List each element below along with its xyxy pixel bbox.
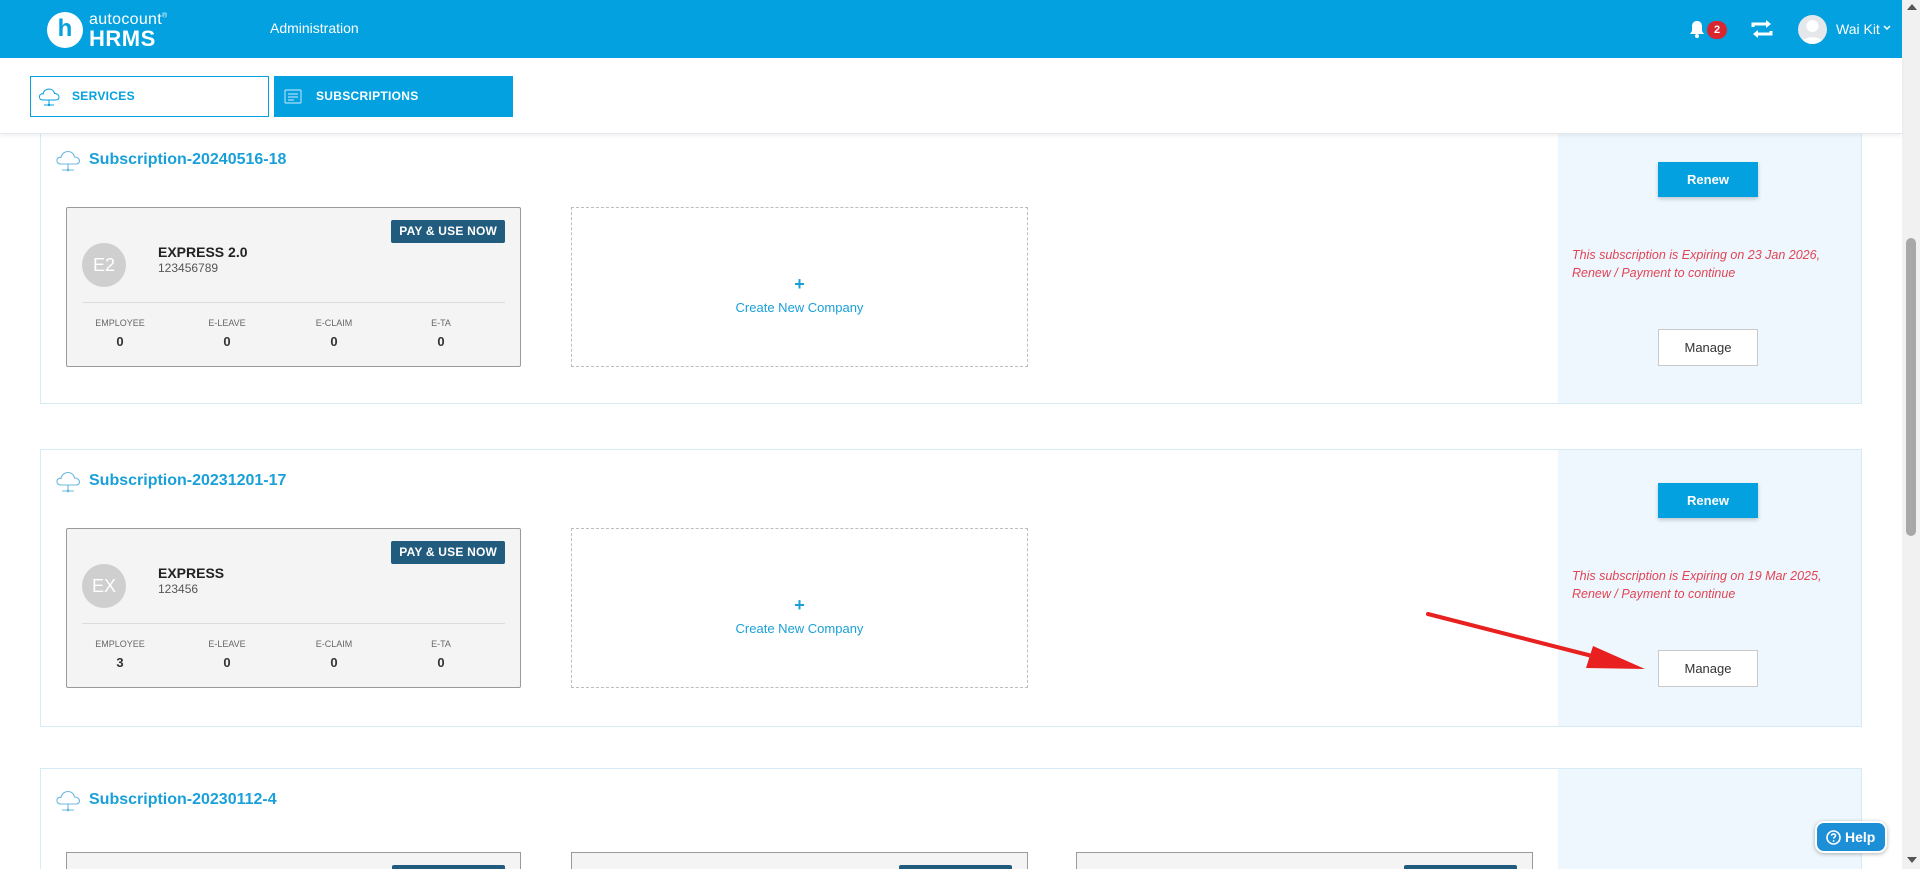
stat-eclaim: E-CLAIM 0 [289, 318, 379, 349]
expiry-notice-line: This subscription is Expiring on 19 Mar … [1572, 569, 1822, 583]
subscriptions-list: Subscription-20240516-18 PAY & USE NOW E… [0, 134, 1902, 869]
subscription-block: Subscription-20231201-17 PAY & USE NOW E… [40, 449, 1862, 727]
expiry-notice: This subscription is Expiring on 23 Jan … [1572, 246, 1852, 282]
stat-value: 0 [437, 334, 445, 349]
logo-hrms-text: HRMS [89, 26, 156, 51]
divider [82, 623, 505, 624]
create-new-company-label: Create New Company [735, 621, 864, 636]
tab-bar: SERVICES SUBSCRIPTIONS [0, 58, 1902, 134]
scrollbar-thumb[interactable] [1906, 238, 1916, 536]
help-label: Help [1845, 829, 1876, 845]
company-card[interactable] [571, 852, 1028, 869]
cloud-icon [38, 88, 60, 107]
annotation-arrow [1426, 612, 1645, 669]
subscription-block: Subscription-20240516-18 PAY & USE NOW E… [40, 134, 1862, 404]
stat-eleave: E-LEAVE 0 [182, 639, 272, 670]
stat-label: E-TA [431, 318, 451, 328]
cloud-icon [56, 150, 81, 172]
pay-use-now-badge[interactable] [1404, 865, 1517, 869]
user-avatar[interactable] [1798, 15, 1827, 44]
stat-label: EMPLOYEE [95, 318, 145, 328]
question-circle-icon [1826, 830, 1841, 845]
create-new-company-label: Create New Company [735, 300, 864, 315]
company-card[interactable]: PAY & USE NOW EX EXPRESS 123456 EMPLOYEE… [66, 528, 521, 688]
stat-label: E-TA [431, 639, 451, 649]
pay-use-now-badge[interactable]: PAY & USE NOW [391, 541, 505, 564]
stat-eleave: E-LEAVE 0 [182, 318, 272, 349]
stat-label: E-LEAVE [208, 639, 246, 649]
user-name[interactable]: Wai Kit [1836, 21, 1880, 37]
stat-eta: E-TA 0 [396, 639, 486, 670]
cloud-icon [56, 790, 81, 812]
stat-label: EMPLOYEE [95, 639, 145, 649]
subscription-title[interactable]: Subscription-20230112-4 [89, 791, 277, 809]
stat-value: 0 [223, 655, 231, 670]
company-name: EXPRESS [158, 565, 225, 581]
subscription-block: Subscription-20230112-4 [40, 768, 1862, 869]
company-id: 123456 [158, 582, 199, 596]
stat-value: 0 [437, 655, 445, 670]
stat-eclaim: E-CLAIM 0 [289, 639, 379, 670]
subscription-title[interactable]: Subscription-20240516-18 [89, 151, 286, 169]
renew-button[interactable]: Renew [1658, 483, 1758, 518]
expiry-notice-line: Renew / Payment to continue [1572, 587, 1736, 601]
scroll-up-arrow-icon[interactable] [1907, 4, 1917, 10]
nav-administration[interactable]: Administration [270, 20, 359, 36]
expiry-notice-line: Renew / Payment to continue [1572, 266, 1736, 280]
pay-use-now-badge[interactable] [899, 865, 1012, 869]
stat-label: E-CLAIM [315, 639, 353, 649]
stat-label: E-LEAVE [208, 318, 246, 328]
stat-value: 0 [116, 334, 124, 349]
tab-services[interactable]: SERVICES [30, 76, 269, 117]
vertical-scrollbar[interactable] [1902, 0, 1920, 869]
expiry-notice-line: This subscription is Expiring on 23 Jan … [1572, 248, 1821, 262]
cloud-icon [56, 471, 81, 493]
tab-subscriptions[interactable]: SUBSCRIPTIONS [274, 76, 513, 117]
manage-button[interactable]: Manage [1658, 329, 1758, 366]
stat-value: 0 [223, 334, 231, 349]
stat-eta: E-TA 0 [396, 318, 486, 349]
company-name: EXPRESS 2.0 [158, 244, 248, 260]
help-button[interactable]: Help [1815, 821, 1887, 853]
autocount-hrms-logo[interactable]: h autocount® HRMS [47, 9, 187, 51]
logo-registered-mark: ® [161, 12, 168, 20]
logo-mark: h [47, 12, 83, 48]
create-new-company-card[interactable]: + Create New Company [571, 207, 1028, 367]
company-avatar: EX [82, 564, 126, 608]
switch-sync-icon[interactable] [1749, 17, 1775, 41]
divider [82, 302, 505, 303]
company-id: 123456789 [158, 261, 219, 275]
manage-button[interactable]: Manage [1658, 650, 1758, 687]
chevron-down-icon[interactable] [1883, 25, 1891, 31]
subscription-icon [284, 89, 302, 104]
subscription-actions-panel [1558, 769, 1861, 869]
stat-label: E-CLAIM [315, 318, 353, 328]
stat-value: 0 [330, 334, 338, 349]
company-card[interactable] [1076, 852, 1533, 869]
company-avatar: E2 [82, 243, 126, 287]
stat-employee: EMPLOYEE 3 [75, 639, 165, 670]
top-navbar: h autocount® HRMS Administration 2 Wai K… [0, 0, 1920, 58]
plus-icon: + [794, 274, 805, 294]
bell-icon[interactable] [1688, 19, 1706, 39]
expiry-notice: This subscription is Expiring on 19 Mar … [1572, 567, 1852, 603]
renew-button[interactable]: Renew [1658, 162, 1758, 197]
pay-use-now-badge[interactable]: PAY & USE NOW [391, 220, 505, 243]
notification-count-badge: 2 [1707, 21, 1727, 39]
company-card[interactable]: PAY & USE NOW E2 EXPRESS 2.0 123456789 E… [66, 207, 521, 367]
pay-use-now-badge[interactable] [392, 865, 505, 869]
plus-icon: + [794, 595, 805, 615]
user-silhouette-icon [1801, 20, 1824, 44]
tab-services-label: SERVICES [72, 89, 135, 103]
create-new-company-card[interactable]: + Create New Company [571, 528, 1028, 688]
company-card[interactable] [66, 852, 521, 869]
subscription-title[interactable]: Subscription-20231201-17 [89, 472, 286, 490]
stat-value: 3 [116, 655, 124, 670]
scroll-down-arrow-icon[interactable] [1907, 857, 1917, 863]
stat-value: 0 [330, 655, 338, 670]
tab-subscriptions-label: SUBSCRIPTIONS [316, 89, 419, 103]
stat-employee: EMPLOYEE 0 [75, 318, 165, 349]
